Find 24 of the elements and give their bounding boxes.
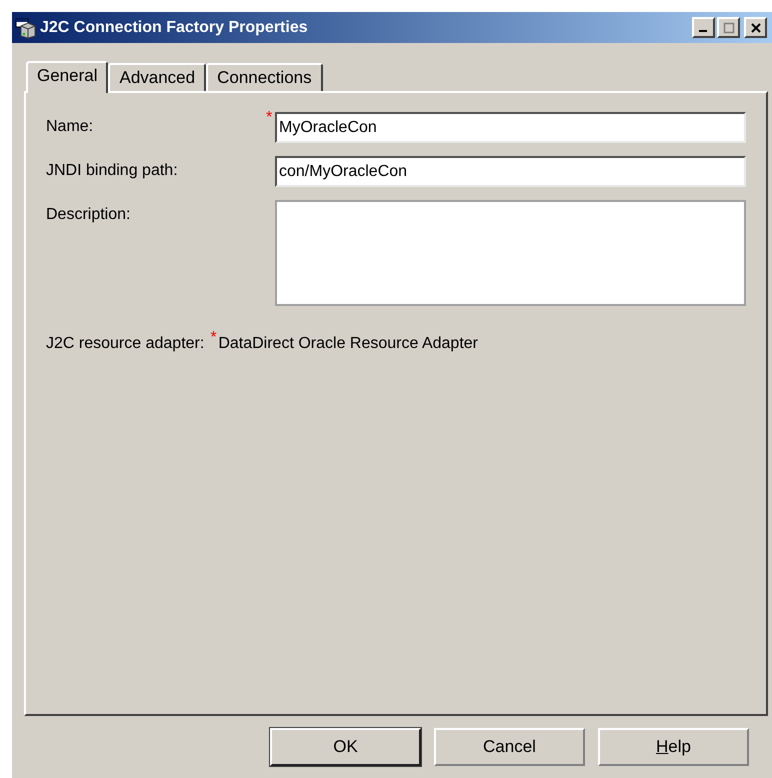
tab[interactable]: Connections	[206, 63, 323, 91]
minimize-icon	[698, 30, 706, 32]
required-mark: *	[210, 330, 218, 346]
window-title: J2C Connection Factory Properties	[40, 18, 309, 38]
dialog-button[interactable]: Help	[598, 728, 749, 766]
close-button[interactable]	[744, 17, 767, 38]
minimize-button[interactable]	[692, 17, 715, 38]
field-value: DataDirect Oracle Resource Adapter	[218, 334, 478, 354]
tab[interactable]: General	[26, 61, 108, 93]
field-label: JNDI binding path:	[46, 161, 179, 181]
required-mark: *	[266, 110, 274, 126]
tab[interactable]: Advanced	[108, 63, 206, 91]
maximize-icon	[722, 22, 734, 34]
text-field[interactable]: MyOracleCon	[275, 112, 746, 143]
dialog-button[interactable]: OK	[270, 728, 421, 766]
field-label: Name:	[46, 117, 94, 137]
description-field[interactable]	[275, 200, 746, 306]
maximize-button[interactable]	[717, 17, 740, 38]
field-label: J2C resource adapter:	[46, 334, 204, 354]
dialog-button[interactable]: Cancel	[434, 728, 585, 766]
box-icon	[15, 16, 37, 38]
close-icon	[750, 22, 762, 34]
field-label: Description:	[46, 205, 132, 225]
text-field[interactable]: con/MyOracleCon	[275, 156, 746, 187]
